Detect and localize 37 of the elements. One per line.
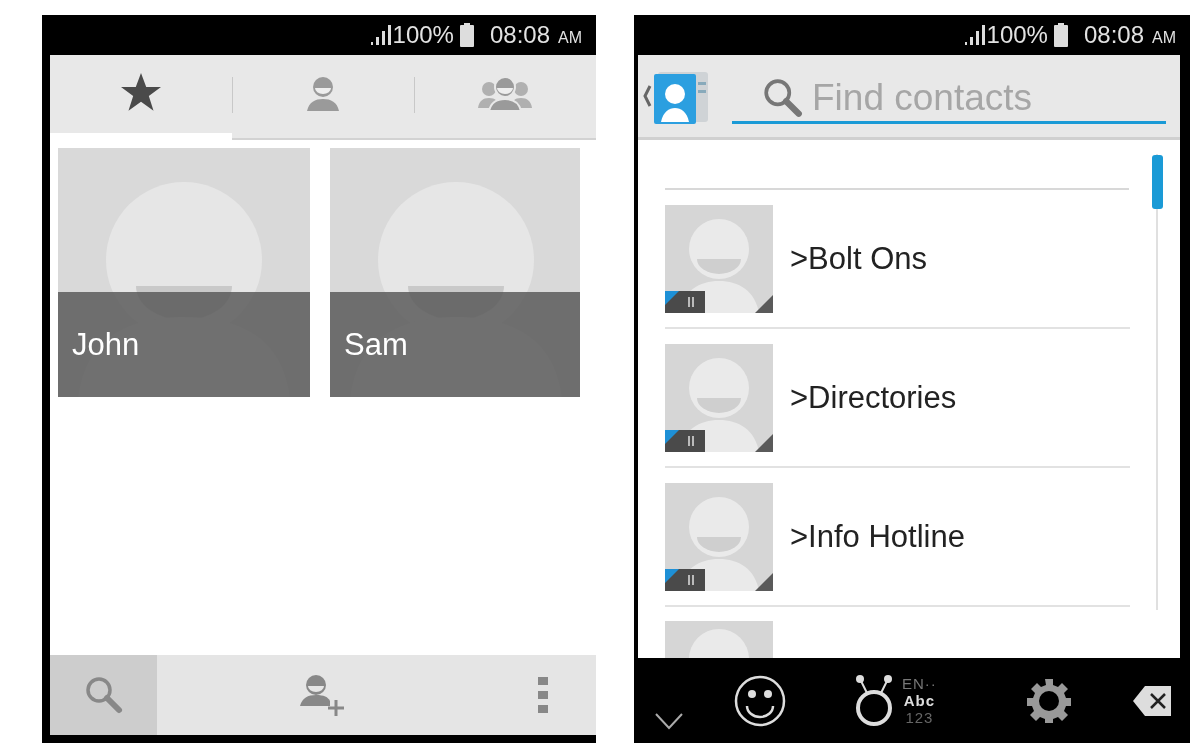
clock-meridiem: AM — [1152, 29, 1176, 47]
contact-row[interactable]: >Bolt Ons — [665, 190, 1130, 329]
contact-tile[interactable]: John — [58, 148, 310, 397]
clock-meridiem: AM — [558, 29, 582, 47]
contact-name: >Directories — [790, 379, 957, 416]
battery-level: 100% — [392, 21, 454, 49]
person-icon — [305, 74, 341, 111]
battery-icon — [459, 23, 474, 47]
clock-time: 08:08 — [489, 21, 550, 49]
avatar-icon — [665, 204, 773, 313]
avatar-icon — [665, 621, 773, 658]
backspace-button[interactable] — [1132, 685, 1171, 716]
contact-name: >Bolt Ons — [790, 240, 927, 277]
battery-icon — [1053, 23, 1068, 47]
signal-icon — [370, 24, 393, 46]
contact-row[interactable]: >Directories — [665, 329, 1130, 468]
scrollbar-thumb — [1152, 155, 1163, 209]
contact-name: John — [72, 326, 140, 363]
input-method-button[interactable] — [854, 674, 894, 727]
contact-name: Sam — [344, 326, 408, 363]
hide-keyboard-button[interactable] — [654, 711, 684, 730]
contact-row[interactable]: >Info Hotline — [665, 468, 1130, 607]
battery-level: 100% — [986, 21, 1048, 49]
contact-tile[interactable]: Sam — [330, 148, 580, 397]
input-mode-button[interactable]: EN·· Abc 123 — [902, 675, 937, 726]
avatar-icon — [665, 482, 773, 591]
star-icon — [120, 72, 162, 113]
search-icon — [83, 675, 124, 715]
search-icon — [762, 76, 804, 119]
settings-button[interactable] — [1026, 678, 1071, 723]
contact-name: >Info Hotline — [790, 518, 965, 555]
menu-icon — [537, 677, 548, 713]
add-person-icon — [300, 674, 346, 716]
emoji-button[interactable] — [734, 674, 786, 727]
signal-icon — [964, 24, 987, 46]
avatar-icon — [665, 343, 773, 452]
clock-time: 08:08 — [1083, 21, 1144, 49]
